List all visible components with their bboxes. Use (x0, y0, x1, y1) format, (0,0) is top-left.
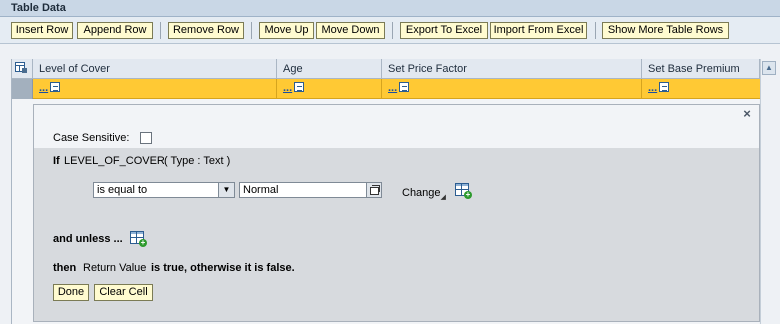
column-header-set-base-premium[interactable]: Set Base Premium (642, 59, 760, 79)
toolbar-separator (595, 22, 596, 39)
operator-select[interactable]: is equal to (93, 182, 235, 198)
clear-cell-button[interactable]: Clear Cell (94, 284, 153, 301)
cell-value-link[interactable]: ... (388, 82, 397, 94)
value-input-text: Normal (243, 184, 279, 196)
cell-value-link[interactable]: ... (648, 82, 657, 94)
if-keyword: If (53, 155, 60, 167)
change-label: Change (402, 187, 441, 199)
done-button[interactable]: Done (53, 284, 89, 301)
if-field-type: ( Type : Text ) (164, 155, 231, 167)
cell-value-link[interactable]: ... (39, 82, 48, 94)
table-toolbar: Insert Row Append Row Remove Row Move Up… (0, 17, 780, 44)
change-menu[interactable]: Change◢ (402, 187, 446, 201)
add-table-icon[interactable]: + (130, 231, 147, 247)
close-icon[interactable]: × (741, 107, 753, 120)
then-keyword: then (53, 262, 77, 274)
column-header-level-of-cover[interactable]: Level of Cover (33, 59, 277, 79)
cell-set-base-premium[interactable]: ... (642, 79, 760, 98)
cell-age[interactable]: ... (277, 79, 382, 98)
remove-row-button[interactable]: Remove Row (168, 22, 244, 39)
table-settings-icon (15, 62, 27, 73)
table-row[interactable]: ... ... ... ... (33, 79, 760, 99)
operator-select-value: is equal to (97, 184, 148, 196)
dropdown-arrow-icon[interactable]: ▼ (218, 182, 235, 198)
edit-cell-icon[interactable] (294, 82, 305, 92)
move-up-button[interactable]: Move Up (259, 22, 314, 39)
cell-level-of-cover[interactable]: ... (33, 79, 277, 98)
value-help-icon[interactable] (366, 182, 382, 198)
column-header-age[interactable]: Age (277, 59, 382, 79)
toolbar-separator (392, 22, 393, 39)
append-row-button[interactable]: Append Row (77, 22, 153, 39)
edit-cell-icon[interactable] (659, 82, 670, 92)
column-header-set-price-factor[interactable]: Set Price Factor (382, 59, 642, 79)
move-down-button[interactable]: Move Down (316, 22, 385, 39)
case-sensitive-label: Case Sensitive: (53, 132, 130, 144)
condition-editor-popup: × Case Sensitive: If LEVEL_OF_COVER ( Ty… (33, 104, 760, 322)
insert-row-button[interactable]: Insert Row (11, 22, 73, 39)
import-from-excel-button[interactable]: Import From Excel (490, 22, 587, 39)
row-selector[interactable] (12, 79, 33, 99)
column-settings-button[interactable] (12, 59, 33, 79)
add-table-icon[interactable]: + (455, 183, 472, 199)
show-more-table-rows-button[interactable]: Show More Table Rows (602, 22, 729, 39)
export-to-excel-button[interactable]: Export To Excel (400, 22, 488, 39)
then-result-text: is true, otherwise it is false. (151, 262, 295, 274)
case-sensitive-checkbox[interactable] (140, 132, 152, 144)
and-unless-label: and unless ... (53, 233, 123, 245)
value-input[interactable]: Normal (239, 182, 367, 198)
edit-cell-icon[interactable] (50, 82, 61, 92)
scroll-up-icon[interactable]: ▲ (762, 61, 776, 75)
toolbar-separator (251, 22, 252, 39)
edit-cell-icon[interactable] (399, 82, 410, 92)
return-value-label: Return Value (83, 262, 147, 274)
vertical-scrollbar[interactable]: ▲ (760, 59, 777, 324)
panel-title: Table Data (0, 0, 780, 17)
cell-set-price-factor[interactable]: ... (382, 79, 642, 98)
menu-triangle-icon: ◢ (440, 194, 446, 201)
toolbar-separator (160, 22, 161, 39)
cell-value-link[interactable]: ... (283, 82, 292, 94)
if-field-name: LEVEL_OF_COVER (64, 155, 165, 167)
